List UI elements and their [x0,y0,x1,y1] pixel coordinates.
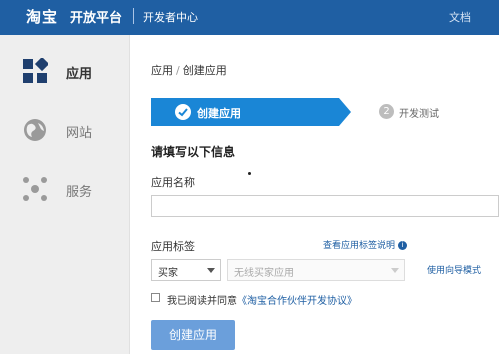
tag-help-link[interactable]: 查看应用标签说明 i [323,238,408,251]
docs-link[interactable]: 文档 [449,9,471,25]
breadcrumb-separator: / [176,64,180,77]
sidebar-item-label: 服务 [66,185,93,200]
tag-subcategory-select[interactable]: 无线买家应用 [227,259,405,281]
step-label: 开发测试 [399,109,439,120]
top-bar: 淘宝 开放平台 开发者中心 文档 [0,0,499,35]
globe-icon [24,119,46,141]
agreement-prefix: 我已阅读并同意 [167,296,237,307]
info-icon: i [398,241,408,250]
sidebar: 应用 网站 服务 [0,35,130,354]
sidebar-item-label: 网站 [66,126,93,141]
app-name-input[interactable] [151,195,499,217]
tag-category-value: 买家 [158,268,178,279]
sidebar-item-website[interactable]: 网站 [0,100,130,156]
step-create-app: 创建应用 [151,98,351,126]
apps-icon [23,58,48,83]
app-tag-label: 应用标签 [151,240,195,253]
tag-category-select[interactable]: 买家 [151,259,221,281]
agreement-text: 我已阅读并同意《淘宝合作伙伴开发协议》 [167,292,357,307]
chevron-down-icon [207,268,215,273]
sidebar-item-services[interactable]: 服务 [0,159,130,215]
breadcrumb: 应用 / 创建应用 [151,62,227,78]
tag-help-text[interactable]: 查看应用标签说明 [323,241,395,251]
step-number: 2 [379,104,394,119]
developer-center-label[interactable]: 开发者中心 [143,9,198,25]
agree-checkbox[interactable] [151,293,160,302]
sidebar-item-label: 应用 [66,67,93,82]
header-divider [133,8,134,24]
services-icon [23,177,47,201]
taobao-logo[interactable]: 淘宝 [26,6,58,27]
chevron-down-icon [391,268,399,273]
step-label: 创建应用 [197,107,241,120]
agreement-link[interactable]: 《淘宝合作伙伴开发协议》 [237,296,357,307]
main-content: 应用 / 创建应用 创建应用 2 开发测试 请填写以下信息 应用名称 应用标签 查看… [130,35,499,354]
wizard-mode-link[interactable]: 使用向导模式 [427,263,481,276]
progress-steps: 创建应用 2 开发测试 [151,98,499,126]
stray-dot [248,172,251,175]
tag-subcategory-placeholder: 无线买家应用 [234,268,294,279]
app-name-label: 应用名称 [151,176,195,189]
section-title: 请填写以下信息 [151,145,236,159]
breadcrumb-current: 创建应用 [182,64,227,77]
create-app-button[interactable]: 创建应用 [151,320,235,350]
sidebar-item-apps[interactable]: 应用 [0,41,130,97]
check-icon [175,104,191,120]
platform-title[interactable]: 开放平台 [70,7,122,26]
breadcrumb-root[interactable]: 应用 [151,64,173,77]
